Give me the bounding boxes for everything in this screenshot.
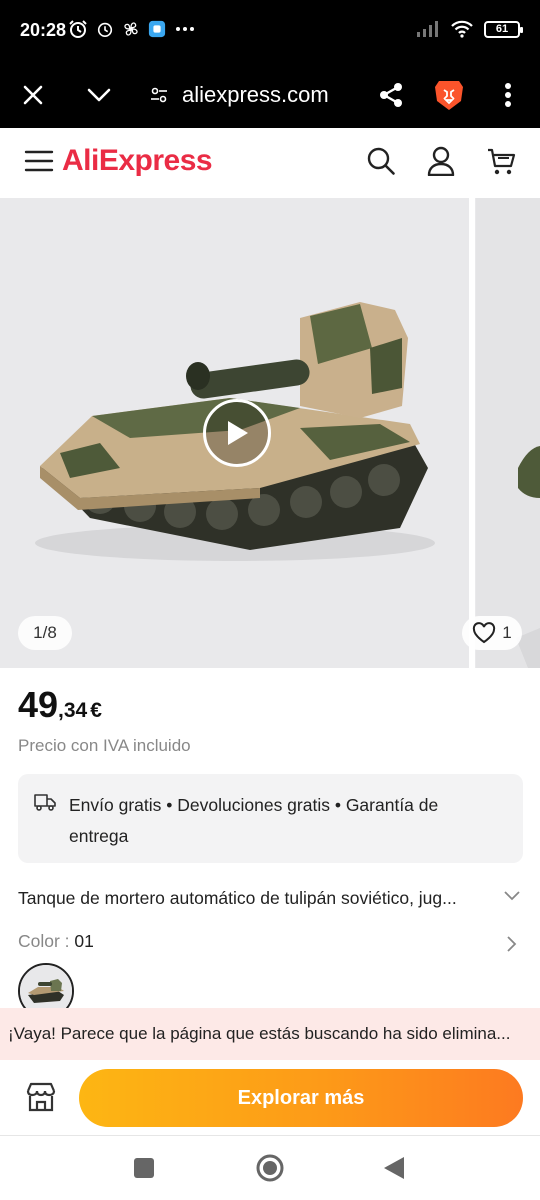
likes-count: 1	[502, 623, 512, 642]
account-button[interactable]	[422, 142, 460, 180]
signal-icon	[417, 21, 438, 37]
chevron-right-icon[interactable]	[505, 934, 519, 954]
tax-note: Precio con IVA incluido	[18, 736, 191, 755]
address-bar[interactable]: aliexpress.com	[150, 80, 330, 110]
cart-button[interactable]	[482, 142, 520, 180]
shipping-info-box[interactable]: Envío gratis • Devoluciones gratis • Gar…	[18, 774, 523, 863]
color-value: 01	[69, 931, 94, 951]
status-left-icons	[68, 19, 196, 39]
status-bar: 20:28 61	[0, 0, 540, 62]
wifi-icon	[451, 20, 473, 38]
page-removed-alert: ¡Vaya! Parece que la página que estás bu…	[0, 1008, 540, 1060]
status-time: 20:28	[20, 20, 67, 40]
close-icon	[23, 85, 43, 105]
color-label: Color :	[18, 931, 70, 951]
battery-icon: 61	[484, 20, 523, 38]
alarm-icon	[97, 22, 113, 38]
price-currency: €	[90, 699, 102, 722]
menu-button[interactable]	[20, 142, 58, 180]
alert-text: ¡Vaya! Parece que la página que estás bu…	[8, 1024, 511, 1043]
share-icon	[380, 83, 402, 107]
chevron-down-icon[interactable]	[502, 889, 522, 903]
app-icon	[148, 20, 166, 38]
chevron-down-icon	[87, 88, 111, 102]
system-navigation-bar	[0, 1136, 540, 1200]
next-image-preview[interactable]	[476, 198, 540, 668]
search-icon	[367, 147, 395, 175]
truck-icon	[34, 794, 56, 811]
site-settings-icon	[151, 87, 167, 103]
account-icon	[427, 146, 455, 176]
next-image-thumb	[476, 198, 540, 668]
close-tab-button[interactable]	[12, 74, 54, 116]
fan-icon	[124, 22, 138, 36]
home-icon[interactable]	[255, 1153, 285, 1183]
browser-toolbar: aliexpress.com	[0, 62, 540, 128]
play-icon	[228, 421, 248, 445]
more-vert-icon	[505, 83, 511, 107]
url-text: aliexpress.com	[182, 82, 329, 107]
price-integer: 49	[18, 684, 59, 725]
recent-apps-icon[interactable]	[133, 1157, 155, 1179]
menu-icon	[24, 150, 54, 172]
explore-more-button[interactable]: Explorar más	[79, 1069, 523, 1127]
bottom-action-bar: Explorar más	[0, 1060, 540, 1136]
more-notifications-icon	[176, 27, 194, 31]
color-selector[interactable]: Color : 01	[18, 931, 94, 952]
minimize-tab-button[interactable]	[78, 74, 120, 116]
share-button[interactable]	[370, 74, 412, 116]
status-right-icons: 61	[416, 20, 523, 38]
search-button[interactable]	[362, 142, 400, 180]
image-counter: 1/8	[18, 616, 72, 650]
heart-icon	[473, 622, 496, 644]
price-decimal: ,34	[58, 699, 88, 722]
brave-shields-button[interactable]	[428, 74, 470, 116]
store-icon[interactable]	[24, 1080, 58, 1114]
back-icon[interactable]	[382, 1155, 406, 1181]
aliexpress-logo[interactable]: AliExpress	[62, 144, 213, 178]
site-header: AliExpress	[0, 128, 540, 194]
alarm-clock-icon	[69, 20, 87, 38]
product-title[interactable]: Tanque de mortero automático de tulipán …	[18, 888, 488, 909]
shipping-text: Envío gratis • Devoluciones gratis • Gar…	[69, 795, 439, 846]
wishlist-button[interactable]: 1	[462, 616, 522, 650]
battery-level: 61	[495, 23, 509, 35]
brave-lion-icon	[435, 81, 463, 110]
cart-icon	[488, 148, 516, 175]
product-price: 49 ,34 €	[18, 684, 102, 726]
browser-menu-button[interactable]	[487, 74, 529, 116]
gallery-divider	[469, 198, 475, 668]
play-video-button[interactable]	[203, 399, 271, 467]
